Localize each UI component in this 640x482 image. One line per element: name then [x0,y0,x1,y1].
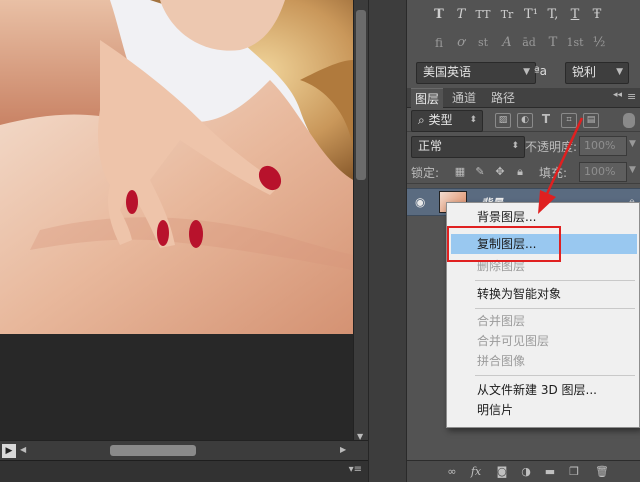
lock-row: 锁定: ▦ ✎ ✥ 🔒︎ 填充: 100% ▼ [407,160,640,184]
lock-position-icon[interactable]: ✥ [493,165,507,178]
language-value: 美国英语 [423,65,472,79]
collapsed-panel-strip [369,0,407,482]
language-select[interactable]: 美国英语 ▼ [416,62,536,84]
play-icon[interactable]: ▶ [2,444,16,458]
menu-item-postcard[interactable]: 明信片 [451,400,637,420]
faux-bold-button[interactable]: T [429,6,449,24]
new-layer-icon[interactable]: ❐ [567,465,581,478]
ligature-button[interactable]: fi [429,34,449,52]
filter-toggle-icon[interactable] [623,113,635,128]
search-icon: ⌕ [418,113,429,127]
alternate-ligature-button[interactable]: ơ [451,34,471,52]
chevron-down-icon: ⬍ [511,141,519,151]
filter-shape-icon[interactable]: ⌗ [561,113,577,128]
faux-italic-button[interactable]: T [451,6,471,24]
ornaments-button[interactable]: T [543,34,563,52]
blend-mode-row: 正常 ⬍ 不透明度: 100% ▼ [407,134,640,158]
menu-separator [475,308,635,309]
subscript-button[interactable]: T, [543,6,563,24]
filter-type-icon[interactable]: T [539,113,553,126]
fill-label: 填充: [539,166,568,180]
opacity-label: 不透明度: [525,140,578,154]
horizontal-scrollbar[interactable]: ▶ ◀ ▶ [0,440,368,460]
filter-pixel-icon[interactable]: ▨ [495,113,511,128]
lock-paint-icon[interactable]: ✎ [473,165,487,178]
lock-all-icon[interactable]: 🔒︎ [513,165,527,178]
add-mask-icon[interactable]: ◙ [495,465,509,478]
layer-style-fx-icon[interactable]: fx [469,465,483,478]
strikethrough-button[interactable]: Ŧ [587,6,607,24]
scroll-right-arrow-icon[interactable]: ▶ [340,445,346,454]
antialias-select[interactable]: 锐利 ▼ [565,62,629,84]
menu-item-merge-visible[interactable]: 合并可见图层 [451,331,637,351]
vertical-scrollbar[interactable]: ▼ [353,0,368,441]
document-photo[interactable] [0,0,353,334]
filter-kind-select[interactable]: ⌕ 类型 ⬍ [411,110,483,132]
antialias-icon: ªa [534,64,548,78]
layers-bottom-bar: ∞ fx ◙ ◑ ▬ ❐ 🗑︎ [407,460,640,482]
opacity-field[interactable]: 100% [579,136,627,156]
lock-transparency-icon[interactable]: ▦ [453,165,467,178]
annotation-highlight-box [447,226,561,262]
tab-paths[interactable]: 路径 [487,88,519,108]
photo-image [0,0,353,334]
menu-item-new-3d-layer[interactable]: 从文件新建 3D 图层... [451,380,637,400]
menu-item-flatten-image[interactable]: 拼合图像 [451,351,637,371]
filter-smart-object-icon[interactable]: ▤ [583,113,599,128]
fill-field[interactable]: 100% [579,162,627,182]
opacity-dropdown-icon[interactable]: ▼ [629,139,636,149]
blend-mode-value: 正常 [418,139,443,153]
chevron-down-icon: ⬍ [469,115,477,125]
filter-kind-value: 类型 [428,113,453,127]
menu-item-background-layer[interactable]: 背景图层... [451,207,637,227]
small-caps-button[interactable]: Tr [497,6,517,24]
fill-dropdown-icon[interactable]: ▼ [629,165,636,175]
layer-filter-row: ⌕ 类型 ⬍ ▨ ◐ T ⌗ ▤ [407,108,640,132]
vertical-scroll-thumb[interactable] [356,10,366,180]
scroll-left-arrow-icon[interactable]: ◀ [20,445,26,454]
document-canvas-area[interactable]: ▼ ▶ ◀ ▶ ▾≡ [0,0,368,482]
panel-menu-icon[interactable]: ▾≡ [349,464,362,475]
fractions-button[interactable]: ½ [589,34,609,52]
panel-tab-bar: 图层 通道 路径 ◂◂ ≡ [407,88,640,109]
menu-separator [475,280,635,281]
chevron-down-icon: ▼ [523,67,530,77]
tab-layers[interactable]: 图层 [411,88,443,109]
blend-mode-select[interactable]: 正常 ⬍ [411,136,525,158]
menu-item-convert-smart-object[interactable]: 转换为智能对象 [451,284,637,304]
superscript-button[interactable]: T¹ [521,6,541,24]
timeline-strip: ▾≡ [0,460,368,482]
visibility-eye-icon[interactable]: ◉ [415,196,429,208]
ordinals-button[interactable]: 1st [563,34,587,52]
menu-separator [475,375,635,376]
horizontal-scroll-thumb[interactable] [110,445,196,456]
underline-button[interactable]: T [565,6,585,24]
adjustment-layer-icon[interactable]: ◑ [519,465,533,478]
lock-label: 锁定: [411,166,440,180]
swash-button[interactable]: A [497,34,517,52]
new-group-icon[interactable]: ▬ [543,465,557,478]
delete-layer-icon[interactable]: 🗑︎ [595,465,609,478]
titling-alternates-button[interactable]: ād [519,34,539,52]
stylistic-alternates-button[interactable]: st [473,34,493,52]
tab-channels[interactable]: 通道 [447,88,481,108]
filter-adjustment-icon[interactable]: ◐ [517,113,533,128]
panel-menu-icon[interactable]: ≡ [627,90,636,103]
antialias-value: 锐利 [572,65,597,79]
chevron-down-icon: ▼ [616,67,623,77]
all-caps-button[interactable]: TT [473,6,493,24]
menu-item-merge-layers[interactable]: 合并图层 [451,311,637,331]
link-layers-icon[interactable]: ∞ [445,465,459,478]
collapse-icon[interactable]: ◂◂ [613,90,622,100]
